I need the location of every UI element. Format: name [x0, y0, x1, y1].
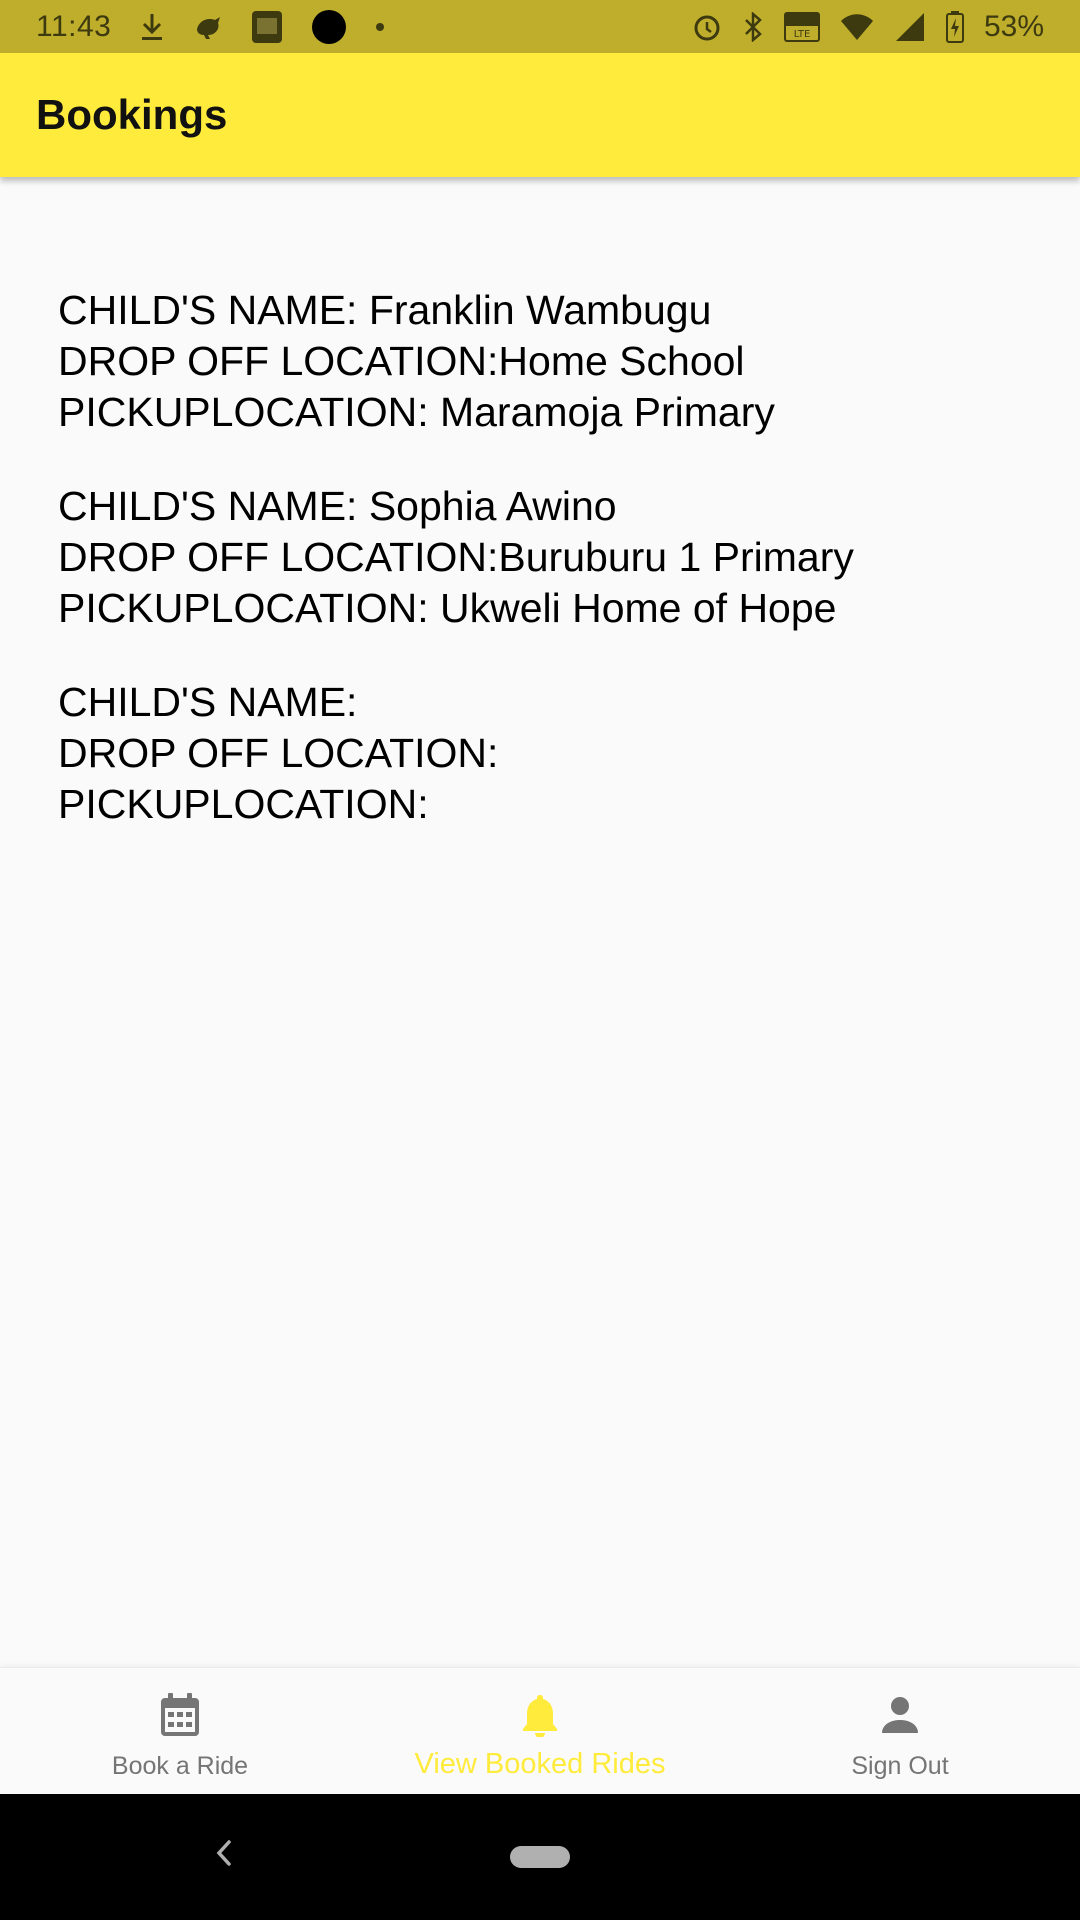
pickup-location: PICKUPLOCATION:	[58, 781, 429, 827]
status-time: 11:43	[36, 9, 112, 43]
nav-label: Book a Ride	[111, 1752, 249, 1780]
wifi-icon	[840, 13, 874, 41]
nav-book-a-ride[interactable]: Book a Ride	[0, 1668, 360, 1795]
bible-app-icon	[251, 10, 283, 44]
nav-view-booked-rides[interactable]: View Booked Rides	[360, 1668, 720, 1795]
battery-percent: 53%	[983, 9, 1044, 43]
svg-text:LTE: LTE	[794, 29, 811, 40]
child-name: CHILD'S NAME: Sophia Awino	[58, 483, 617, 529]
dropoff-location: DROP OFF LOCATION:	[58, 730, 499, 776]
pickup-location: PICKUPLOCATION: Ukweli Home of Hope	[58, 585, 837, 631]
battery-charging-icon	[945, 10, 964, 43]
app-bar: Bookings	[0, 53, 1080, 177]
dropoff-location: DROP OFF LOCATION:Home School	[58, 338, 745, 384]
calendar-icon	[159, 1692, 201, 1738]
booking-item: CHILD'S NAME: Franklin Wambugu DROP OFF …	[58, 285, 1038, 438]
person-icon	[880, 1692, 920, 1738]
bird-icon	[193, 13, 223, 41]
circle-notification-icon	[311, 9, 347, 45]
nav-sign-out[interactable]: Sign Out	[720, 1668, 1080, 1795]
alarm-icon	[692, 12, 722, 42]
bottom-navigation: Book a Ride View Booked Rides Sign Out	[0, 1667, 1080, 1795]
booking-item: CHILD'S NAME: Sophia Awino DROP OFF LOCA…	[58, 481, 1038, 634]
bell-icon	[521, 1692, 559, 1738]
bookings-list: CHILD'S NAME: Franklin Wambugu DROP OFF …	[58, 285, 1038, 873]
signal-icon	[894, 12, 926, 42]
back-icon[interactable]	[214, 1838, 234, 1873]
booking-item: CHILD'S NAME: DROP OFF LOCATION: PICKUPL…	[58, 677, 1038, 830]
child-name: CHILD'S NAME:	[58, 679, 358, 725]
dot-icon	[375, 22, 385, 32]
volte-icon: LTE	[783, 11, 820, 42]
page-title: Bookings	[36, 91, 228, 138]
nav-label: View Booked Rides	[414, 1748, 666, 1780]
nav-label: Sign Out	[851, 1752, 949, 1780]
pickup-location: PICKUPLOCATION: Maramoja Primary	[58, 389, 775, 435]
download-icon	[139, 12, 165, 42]
child-name: CHILD'S NAME: Franklin Wambugu	[58, 287, 712, 333]
home-pill-button[interactable]	[510, 1846, 570, 1868]
dropoff-location: DROP OFF LOCATION:Buruburu 1 Primary	[58, 534, 854, 580]
system-navigation-bar	[0, 1794, 1080, 1920]
status-bar: 11:43 LTE 53%	[0, 0, 1080, 53]
bluetooth-icon	[742, 11, 764, 42]
